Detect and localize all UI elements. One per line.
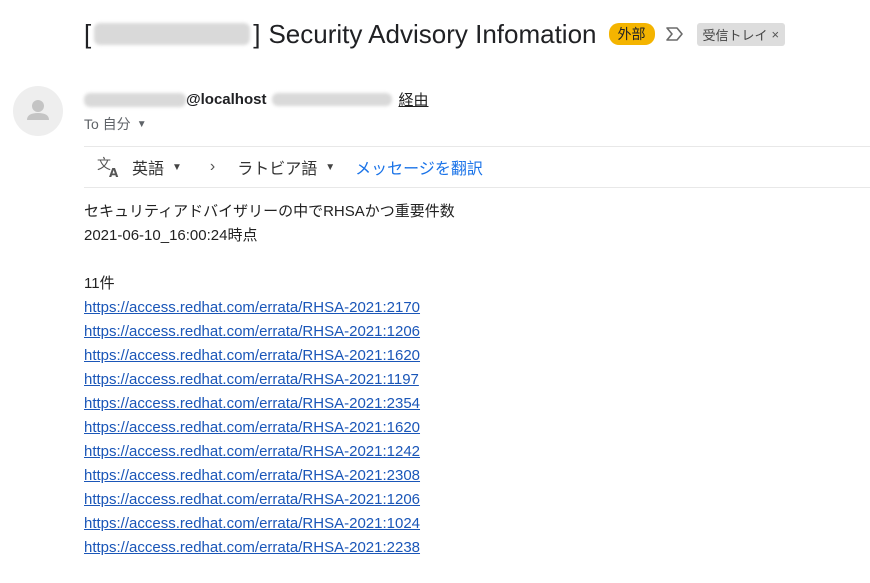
redacted-relay-address xyxy=(272,93,393,106)
chevron-down-icon[interactable]: ▼ xyxy=(137,119,147,130)
body-count: 11件 xyxy=(84,275,115,292)
email-subject: [ ] Security Advisory Infomation xyxy=(84,19,597,50)
errata-link[interactable]: https://access.redhat.com/errata/RHSA-20… xyxy=(84,488,455,512)
sender-address: @localhost xyxy=(186,91,267,108)
recipient-row[interactable]: To 自分 ▼ xyxy=(84,114,147,134)
errata-link[interactable]: https://access.redhat.com/errata/RHSA-20… xyxy=(84,344,455,368)
to-label: To 自分 xyxy=(84,116,131,132)
avatar-person-icon xyxy=(13,86,63,136)
sender-row: @localhost 経由 xyxy=(84,89,429,110)
via-link[interactable]: 経由 xyxy=(398,89,428,110)
errata-link[interactable]: https://access.redhat.com/errata/RHSA-20… xyxy=(84,464,455,488)
body-intro: セキュリティアドバイザリーの中でRHSAかつ重要件数 xyxy=(84,203,455,220)
message-body: セキュリティアドバイザリーの中でRHSAかつ重要件数 2021-06-10_16… xyxy=(84,200,455,560)
translate-icon: 文 A xyxy=(96,155,122,180)
errata-link[interactable]: https://access.redhat.com/errata/RHSA-20… xyxy=(84,368,455,392)
errata-link[interactable]: https://access.redhat.com/errata/RHSA-20… xyxy=(84,512,455,536)
errata-link[interactable]: https://access.redhat.com/errata/RHSA-20… xyxy=(84,296,455,320)
redacted-sender-name xyxy=(84,92,186,107)
source-dropdown-icon: ▼ xyxy=(172,161,182,173)
remove-label-button[interactable]: × xyxy=(772,27,780,42)
redacted-subject-prefix xyxy=(94,23,251,45)
source-language-label: 英語 xyxy=(132,161,165,178)
body-timestamp: 2021-06-10_16:00:24時点 xyxy=(84,227,258,244)
svg-text:A: A xyxy=(109,166,119,179)
subject-row: [ ] Security Advisory Infomation 外部 受信トレ… xyxy=(84,14,786,54)
translate-bar: 文 A 英語 ▼ › ラトビア語 ▼ メッセージを翻訳 xyxy=(96,153,483,181)
errata-link[interactable]: https://access.redhat.com/errata/RHSA-20… xyxy=(84,440,455,464)
divider-bottom xyxy=(84,187,870,188)
target-language-label: ラトビア語 xyxy=(237,161,318,178)
inbox-label-chip: 受信トレイ × xyxy=(696,22,786,46)
subject-title: Security Advisory Infomation xyxy=(268,18,597,49)
chevron-right-icon: › xyxy=(209,158,216,175)
errata-link[interactable]: https://access.redhat.com/errata/RHSA-20… xyxy=(84,320,455,344)
subject-bracket-close: ] xyxy=(253,18,261,49)
source-language-select[interactable]: 英語 ▼ xyxy=(132,155,182,179)
errata-link[interactable]: https://access.redhat.com/errata/RHSA-20… xyxy=(84,392,455,416)
target-dropdown-icon: ▼ xyxy=(325,161,336,173)
translate-message-link[interactable]: メッセージを翻訳 xyxy=(355,155,483,179)
errata-link[interactable]: https://access.redhat.com/errata/RHSA-20… xyxy=(84,536,455,560)
inbox-label-text: 受信トレイ xyxy=(702,27,768,43)
important-marker-icon[interactable] xyxy=(665,24,687,44)
target-language-select[interactable]: ラトビア語 ▼ xyxy=(237,155,335,179)
errata-link[interactable]: https://access.redhat.com/errata/RHSA-20… xyxy=(84,416,455,440)
divider-top xyxy=(84,146,870,147)
email-view: [ ] Security Advisory Infomation 外部 受信トレ… xyxy=(0,0,870,583)
subject-bracket-open: [ xyxy=(84,18,92,49)
external-badge: 外部 xyxy=(608,23,655,45)
